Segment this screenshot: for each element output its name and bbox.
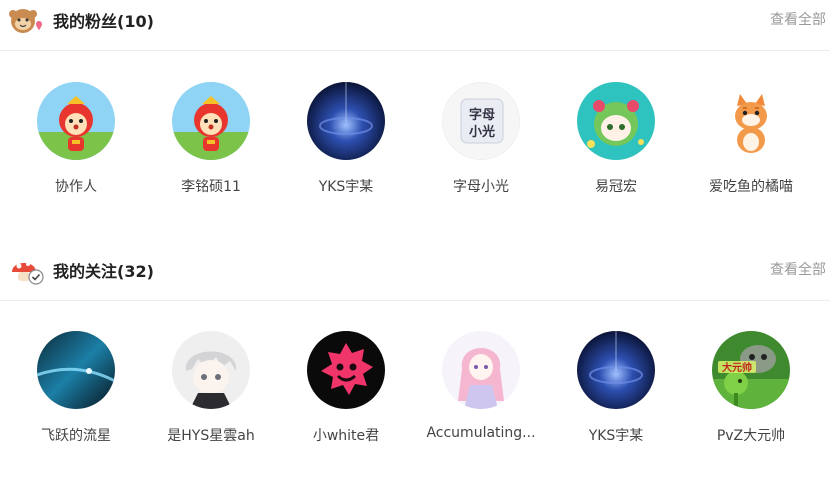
follow-item[interactable]: YKS宇某 [556, 331, 676, 445]
follows-grid: 飞跃的流星 是HYS星雲ah 小white君 Accumulating... Y… [0, 301, 830, 496]
pink-monster-avatar[interactable] [307, 331, 385, 409]
follow-item[interactable]: 小white君 [286, 331, 406, 445]
anime-girl-avatar[interactable] [442, 331, 520, 409]
plants-zombies-avatar[interactable]: 大元帅 [712, 331, 790, 409]
fan-item[interactable]: YKS宇某 [286, 82, 406, 196]
fan-item[interactable]: 字母 小光 字母小光 [421, 82, 541, 196]
fan-name: 爱吃鱼的橘喵 [709, 179, 793, 195]
fans-grid: 协作人 李铭硕11 YKS宇某 字母 小光 字母小光 易冠宏 爱吃鱼的橘喵 [0, 51, 830, 246]
fan-name: 易冠宏 [595, 179, 637, 195]
follow-item[interactable]: 大元帅 PvZ大元帅 [691, 331, 811, 445]
anime-boy-avatar[interactable] [172, 331, 250, 409]
follow-name: Accumulating... [426, 425, 536, 441]
svg-text:字母: 字母 [469, 107, 495, 123]
fan-item[interactable]: 李铭硕11 [151, 82, 271, 196]
blue-space-avatar[interactable] [37, 331, 115, 409]
follow-name: YKS宇某 [588, 428, 644, 444]
mushroom-check-icon [9, 254, 45, 286]
fans-view-all-link[interactable]: 查看全部 [770, 9, 826, 29]
avatar-caption: 大元帅 [722, 361, 752, 374]
follow-name: PvZ大元帅 [716, 428, 786, 444]
galaxy-avatar[interactable] [577, 331, 655, 409]
follow-item[interactable]: 是HYS星雲ah [151, 331, 271, 445]
follow-name: 飞跃的流星 [41, 428, 111, 444]
fans-header: 我的粉丝(10) 查看全部 [0, 0, 830, 51]
cartoon-red-bird-avatar[interactable] [37, 82, 115, 160]
orange-cat-avatar[interactable] [712, 82, 790, 160]
follow-name: 是HYS星雲ah [167, 428, 255, 444]
fan-item[interactable]: 爱吃鱼的橘喵 [691, 82, 811, 196]
galaxy-avatar[interactable] [307, 82, 385, 160]
text-avatar[interactable]: 字母 小光 [442, 82, 520, 160]
follow-item[interactable]: 飞跃的流星 [16, 331, 136, 445]
fan-name: 协作人 [55, 179, 97, 195]
fans-section: 我的粉丝(10) 查看全部 协作人 李铭硕11 YKS宇某 字母 小光 字母小光… [0, 0, 830, 246]
fan-item[interactable]: 协作人 [16, 82, 136, 196]
fans-title: 我的粉丝(10) [53, 12, 154, 31]
follows-view-all-link[interactable]: 查看全部 [770, 259, 826, 279]
svg-text:小光: 小光 [469, 124, 495, 140]
cartoon-red-bird-avatar[interactable] [172, 82, 250, 160]
follow-name: 小white君 [312, 428, 380, 444]
fan-name: 字母小光 [453, 179, 509, 195]
fan-name: YKS宇某 [318, 179, 374, 195]
monkey-heart-icon [9, 4, 45, 36]
follows-section: 我的关注(32) 查看全部 飞跃的流星 是HYS星雲ah 小white君 Acc… [0, 250, 830, 496]
green-girl-avatar[interactable] [577, 82, 655, 160]
follows-header: 我的关注(32) 查看全部 [0, 250, 830, 301]
fan-name: 李铭硕11 [181, 179, 241, 195]
fan-item[interactable]: 易冠宏 [556, 82, 676, 196]
follows-title: 我的关注(32) [53, 262, 154, 281]
follow-item[interactable]: Accumulating... [421, 331, 541, 441]
